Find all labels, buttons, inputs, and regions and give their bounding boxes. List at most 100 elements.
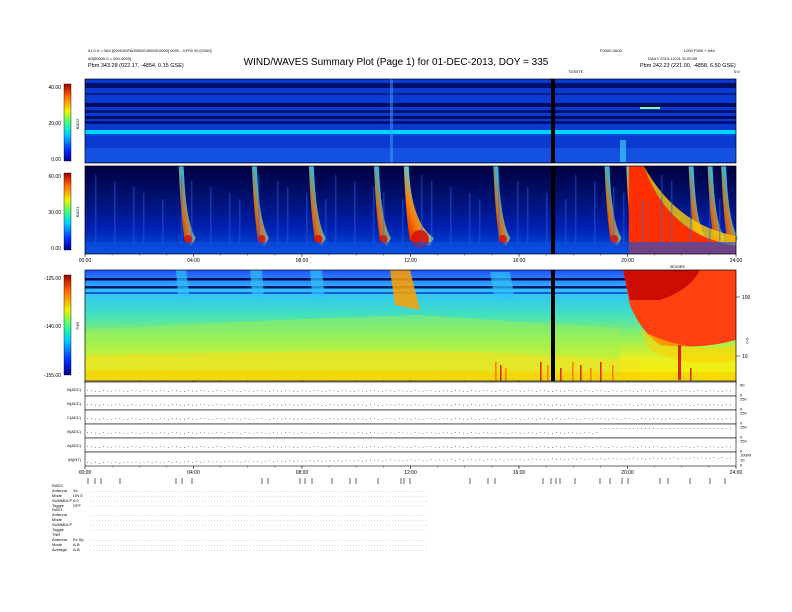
- trace-point: [252, 447, 254, 448]
- trace-point: [701, 446, 703, 448]
- trace-point: [127, 405, 129, 406]
- trace-point: [499, 446, 501, 447]
- trace-point: [147, 390, 149, 392]
- trace-point: [313, 432, 315, 433]
- trace-point: [620, 419, 622, 420]
- trace-point: [584, 418, 586, 419]
- trace-point: [693, 405, 695, 406]
- trace-point: [665, 428, 667, 429]
- trace-point: [503, 404, 505, 406]
- trace-point: [252, 419, 254, 420]
- trace-point: [248, 390, 250, 392]
- trace-point: [151, 446, 153, 448]
- trace-point: [143, 418, 145, 419]
- trace-point: [697, 428, 699, 429]
- time-tick-label: 20:00: [621, 258, 634, 264]
- trace-point: [180, 418, 181, 420]
- trace-point: [588, 446, 590, 448]
- trace-point: [268, 460, 270, 462]
- trace-point: [252, 433, 254, 434]
- trace-point: [454, 432, 456, 433]
- trace-point: [459, 404, 460, 406]
- trace-point: [467, 433, 469, 434]
- trace-point: [612, 428, 614, 429]
- trace-point: [523, 459, 525, 461]
- trace-point: [673, 418, 675, 420]
- trace-point: [725, 446, 727, 447]
- trace-point: [725, 458, 727, 459]
- trace-point: [636, 419, 638, 420]
- trace-point: [701, 428, 703, 429]
- trace-point: [341, 390, 343, 391]
- trace-point: [268, 405, 270, 406]
- housekeeping-panel: [84, 409, 737, 425]
- trace-point: [430, 418, 432, 420]
- trace-point: [701, 390, 703, 392]
- trace-point: [244, 446, 246, 447]
- trace-point: [386, 390, 388, 391]
- trace-point: [653, 457, 655, 459]
- trace-point: [527, 459, 529, 460]
- trace-point: [438, 433, 440, 434]
- trace-point: [709, 428, 711, 429]
- trace-point: [232, 432, 234, 434]
- trace-point: [99, 433, 101, 434]
- trace-point: [135, 446, 137, 448]
- trace-point: [612, 390, 614, 391]
- trace-point: [167, 391, 169, 392]
- trace-point: [463, 460, 464, 461]
- trace-point: [600, 446, 602, 448]
- trace-point: [592, 433, 594, 434]
- trace-point: [677, 391, 679, 392]
- trace-point: [196, 447, 198, 448]
- rad2-panel: 40.00 20.00 0.00 RAD2: [48, 78, 737, 164]
- trace-point: [402, 446, 404, 448]
- rad2-band: [85, 110, 736, 113]
- trace-point: [95, 462, 96, 463]
- trace-point: [301, 404, 303, 405]
- instrument-mode-table: RAD2 Antenna Xx. . . . . . . . . . . . . .…: [52, 483, 428, 552]
- trace-point: [527, 404, 529, 405]
- trace-point: [91, 390, 92, 392]
- trace-point: [422, 447, 424, 448]
- trace-point: [256, 460, 258, 462]
- trace-point: [374, 390, 376, 392]
- data-gap: [551, 166, 555, 254]
- trace-point: [115, 390, 117, 391]
- trace-point: [560, 446, 562, 448]
- trace-point: [171, 418, 173, 419]
- trace-point: [289, 404, 291, 406]
- trace-point: [204, 390, 206, 392]
- trace-point: [616, 446, 618, 448]
- trace-point: [677, 428, 679, 429]
- trace-point: [556, 459, 557, 460]
- trace-point: [244, 461, 246, 462]
- trace-point: [661, 428, 663, 429]
- trace-point: [353, 391, 355, 392]
- trace-point: [721, 457, 723, 458]
- trace-point: [503, 446, 505, 448]
- trace-point: [564, 447, 566, 448]
- trace-point: [434, 418, 436, 420]
- trace-point: [426, 459, 428, 461]
- rad1-streak: [469, 193, 471, 245]
- trace-point: [713, 404, 715, 406]
- trace-point: [402, 418, 404, 420]
- trace-point: [434, 390, 436, 392]
- trace-point: [511, 404, 513, 405]
- trace-point: [159, 446, 161, 447]
- trace-point: [135, 432, 137, 434]
- trace-point: [135, 461, 137, 463]
- trace-point: [705, 405, 707, 406]
- trace-point: [366, 460, 367, 461]
- trace-point: [588, 390, 590, 392]
- mode-table-row: Toggle OFF. . . . . . . . . . . . . . . .…: [52, 502, 428, 509]
- trace-point: [406, 404, 408, 406]
- trace-point: [636, 458, 638, 460]
- trace-point: [467, 391, 469, 392]
- mode-dots: . . . . . . . . . . . . . . . . . . . . …: [90, 502, 428, 508]
- trace-point: [285, 418, 287, 419]
- trace-point: [645, 446, 646, 448]
- trace-point: [406, 418, 408, 420]
- trace-point: [277, 418, 278, 420]
